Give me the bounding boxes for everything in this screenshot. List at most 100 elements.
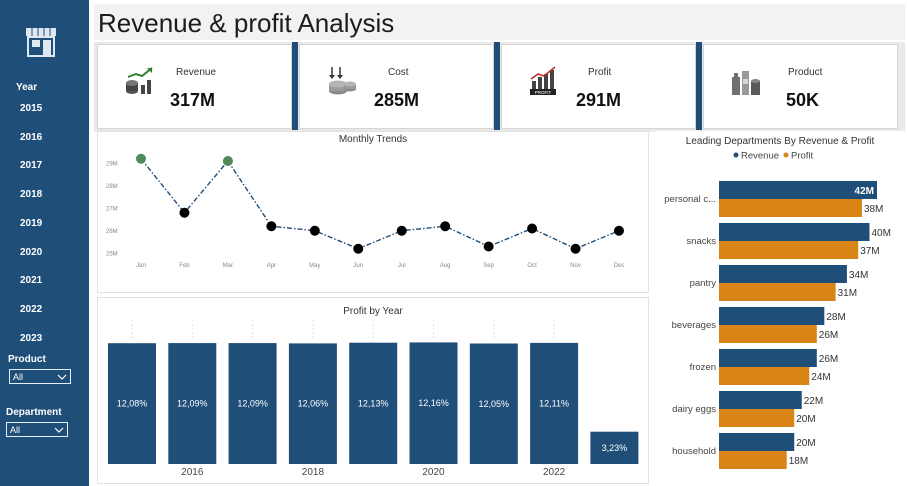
legend-marker <box>783 152 789 158</box>
profit-by-year-panel: Profit by Year 12,08% 12,09% 12,09% 12,06% 1… <box>97 297 649 484</box>
department-value-label: 26M <box>819 354 838 365</box>
trend-line <box>140 158 620 250</box>
sidebar: Year Product All Department All 2015 2016… <box>0 0 89 486</box>
department-value-label: 42M <box>855 186 874 197</box>
trend-point[interactable] <box>570 243 581 254</box>
trend-point[interactable] <box>396 225 407 236</box>
year-filter-item[interactable]: 2018 <box>20 189 42 200</box>
y-tick-label: 27M <box>106 206 118 212</box>
revenue-bar[interactable] <box>719 433 795 451</box>
kpi-label-cost: Cost <box>388 67 409 78</box>
department-value-label: 18M <box>789 456 808 467</box>
kpi-divider <box>696 42 702 130</box>
trend-point[interactable] <box>266 221 277 232</box>
x-tick-label: Dec <box>614 263 625 269</box>
x-tick-label: Oct <box>527 263 537 269</box>
legend-label: Profit <box>791 151 814 162</box>
profit-bar-label: 12,06% <box>298 399 329 409</box>
x-tick-label: Mar <box>223 263 233 269</box>
trend-point[interactable] <box>614 225 624 236</box>
kpi-value-revenue: 317M <box>170 90 216 110</box>
year-filter-item[interactable]: 2023 <box>20 333 42 344</box>
department-label: snacks <box>686 236 716 247</box>
trend-point[interactable] <box>527 223 538 234</box>
profit-bar-label: 3,23% <box>602 443 628 453</box>
year-filter-item[interactable]: 2021 <box>20 275 42 286</box>
monthly-trends-chart: 29M 28M 27M 26M 25M Jan Feb Mar Apr May Jun Jul Aug S… <box>106 153 625 269</box>
profit-bar[interactable] <box>719 241 859 259</box>
x-tick-label: Jan <box>136 263 146 269</box>
department-label: frozen <box>690 362 716 373</box>
x-tick-label: 2020 <box>422 467 445 478</box>
trend-point[interactable] <box>483 241 494 252</box>
monthly-trends-panel: Monthly Trends 29M 28M 27M 26M 25M Jan Feb Mar A… <box>97 131 649 293</box>
department-value-label: 34M <box>849 270 868 281</box>
profit-bar[interactable] <box>719 325 817 343</box>
trend-point[interactable] <box>136 153 146 164</box>
trend-point[interactable] <box>440 221 451 232</box>
department-filter-label: Department <box>6 407 62 418</box>
year-filter-item[interactable]: 2022 <box>20 304 42 315</box>
department-value-label: 37M <box>860 246 879 257</box>
kpi-label-product: Product <box>788 67 823 78</box>
header-bar: Revenue & profit Analysis <box>94 4 905 40</box>
department-value-label: 24M <box>811 372 830 383</box>
department-dropdown[interactable]: All <box>6 422 68 437</box>
product-dropdown-value: All <box>13 371 24 382</box>
y-tick-label: 25M <box>106 251 118 257</box>
department-value-label: 40M <box>871 228 890 239</box>
profit-bar[interactable] <box>719 451 787 469</box>
profit-bar[interactable] <box>719 283 836 301</box>
year-filter-item[interactable]: 2016 <box>20 132 42 143</box>
legend-label: Revenue <box>741 151 779 162</box>
profit-bar-label: 12,16% <box>418 398 449 408</box>
profit-bar-label: 12,13% <box>358 398 389 408</box>
trend-point[interactable] <box>179 207 190 218</box>
kpi-value-profit: 291M <box>576 90 622 110</box>
x-tick-label: 2018 <box>302 467 325 478</box>
year-filter-item[interactable]: 2019 <box>20 218 42 229</box>
profit-bar-label: 12,05% <box>479 399 510 409</box>
revenue-bar[interactable] <box>719 265 847 283</box>
x-tick-label: Jul <box>398 263 406 269</box>
department-value-label: 31M <box>838 288 857 299</box>
revenue-bar[interactable] <box>719 349 817 367</box>
x-tick-label: 2022 <box>543 467 566 478</box>
year-filter-item[interactable]: 2020 <box>20 247 42 258</box>
department-value-label: 20M <box>796 414 815 425</box>
profit-bar-label: 12,09% <box>237 399 268 409</box>
store-icon <box>26 28 56 57</box>
department-label: beverages <box>672 320 717 331</box>
coins-cost-icon <box>329 67 356 95</box>
revenue-bar[interactable] <box>719 307 825 325</box>
revenue-bar[interactable] <box>719 223 870 241</box>
departments-chart: Revenue Profit personal c... 42M 38M snacks 40… <box>664 151 891 469</box>
kpi-card-profit: PROFIT Profit 291M <box>501 44 696 129</box>
department-label: dairy eggs <box>672 404 716 415</box>
department-value-label: 28M <box>826 312 845 323</box>
department-value-label: 20M <box>796 438 815 449</box>
kpi-label-revenue: Revenue <box>176 67 217 78</box>
profit-bar-label: 12,11% <box>539 398 569 408</box>
product-dropdown[interactable]: All <box>9 369 71 384</box>
department-label: pantry <box>690 278 717 289</box>
year-filter-item[interactable]: 2015 <box>20 103 42 114</box>
x-tick-label: Jun <box>353 263 363 269</box>
profit-bar-label: 12,08% <box>117 399 148 409</box>
revenue-bar[interactable] <box>719 391 802 409</box>
profit-bar[interactable] <box>719 199 862 217</box>
department-label: personal c... <box>664 194 716 205</box>
year-filter-item[interactable]: 2017 <box>20 160 42 171</box>
profit-bar[interactable] <box>719 409 795 427</box>
x-tick-label: Feb <box>179 263 190 269</box>
revenue-bar[interactable] <box>719 181 877 199</box>
profit-bar[interactable] <box>719 367 810 385</box>
trend-point[interactable] <box>353 243 364 254</box>
x-tick-label: Aug <box>440 263 451 269</box>
kpi-divider <box>292 42 298 130</box>
trend-point[interactable] <box>309 225 320 236</box>
profit-bar-label: 12,09% <box>177 399 208 409</box>
department-value-label: 26M <box>819 330 838 341</box>
grocery-products-icon <box>732 71 760 95</box>
trend-point[interactable] <box>222 156 233 166</box>
